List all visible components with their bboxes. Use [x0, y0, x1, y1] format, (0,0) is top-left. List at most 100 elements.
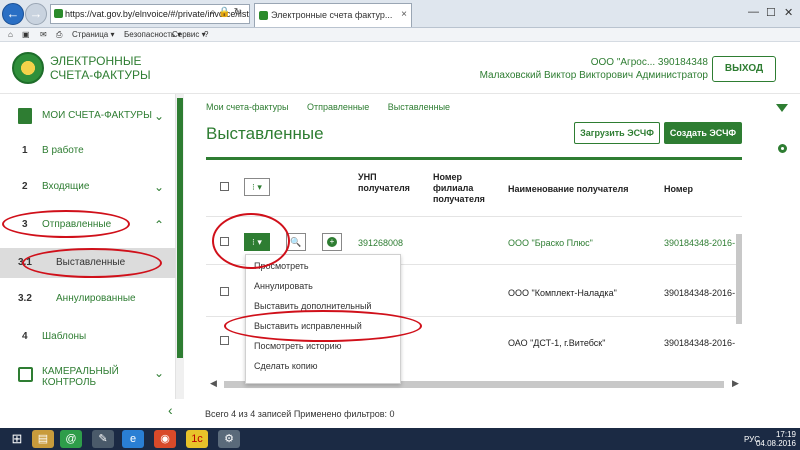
clock-date: 04.08.2016 [755, 439, 796, 448]
annotation-ellipse [212, 213, 290, 269]
cmd-service[interactable]: Сервис ▾ [172, 28, 206, 42]
sidebar-item-in-work[interactable]: 1 В работе [0, 136, 176, 166]
scroll-right-icon[interactable]: ▶ [732, 378, 739, 389]
refresh-icon[interactable]: ↻ [234, 7, 242, 18]
scroll-left-icon[interactable]: ◀ [210, 378, 217, 389]
cell-unp[interactable]: 391268008 [358, 238, 403, 248]
sidebar-item-label: Входящие [42, 181, 90, 192]
sidebar-section-label: КАМЕРАЛЬНЫЙ КОНТРОЛЬ [42, 366, 119, 388]
minimize-icon[interactable]: — [748, 6, 759, 18]
checkbox-icon [18, 367, 33, 382]
sidebar-item-label: В работе [42, 145, 84, 156]
cmd-page[interactable]: Страница ▾ [72, 28, 115, 42]
sidebar-item-num: 2 [22, 181, 28, 192]
explorer-icon[interactable]: ▤ [32, 430, 54, 448]
menu-item-copy[interactable]: Сделать копию [254, 361, 318, 371]
cell-name[interactable]: ОАО "ДСТ-1, г.Витебск" [508, 338, 605, 348]
annotation-ellipse [224, 310, 422, 342]
exit-button[interactable]: ВЫХОД [712, 56, 776, 82]
sidebar-item-label: Шаблоны [42, 331, 87, 342]
column-header-number[interactable]: Номер [664, 184, 693, 195]
lock-icon[interactable]: 🔒 [218, 7, 230, 18]
back-button[interactable]: ← [2, 3, 24, 25]
app-icon[interactable]: ✎ [92, 430, 114, 448]
cell-name[interactable]: ООО "Браско Плюс" [508, 238, 593, 248]
system-clock[interactable]: 17:19 04.08.2016 [756, 430, 796, 448]
ie-icon[interactable]: e [122, 430, 144, 448]
table-top-border [206, 157, 742, 160]
menu-item-history[interactable]: Посмотреть историю [254, 341, 341, 351]
sidebar-scrollbar[interactable] [176, 94, 184, 399]
page-title: Выставленные [206, 124, 324, 143]
gear-icon[interactable] [778, 144, 787, 153]
tab-close-icon[interactable]: × [401, 4, 407, 26]
user-info: ООО "Агрос... 390184348 Малаховский Викт… [480, 56, 708, 82]
cell-name[interactable]: ООО "Комплект-Наладка" [508, 288, 617, 298]
command-bar: ⌂ ▣ ✉ ⎙ Страница ▾ Безопасность ▾ Сервис… [0, 28, 800, 42]
row-checkbox[interactable] [220, 287, 229, 296]
1c-icon[interactable]: 1c [186, 430, 208, 448]
sidebar-item-num: 1 [22, 145, 28, 156]
sidebar-item-num: 4 [22, 331, 28, 342]
search-icon[interactable]: ⌕ [210, 7, 216, 18]
cell-number[interactable]: 390184348-2016- [664, 338, 735, 348]
chevron-down-icon: ⌄ [153, 366, 164, 380]
clock-time: 17:19 [775, 430, 796, 439]
annotation-ellipse [22, 248, 162, 278]
home-icon[interactable]: ⌂ [8, 28, 13, 42]
filter-icon[interactable] [776, 104, 788, 112]
breadcrumb-item[interactable]: Отправленные [307, 102, 369, 112]
help-icon[interactable]: ? [204, 28, 208, 42]
collapse-sidebar-icon[interactable]: ‹ [168, 402, 173, 418]
row-divider [206, 216, 742, 217]
column-header-name[interactable]: Наименование получателя [508, 184, 628, 195]
breadcrumb-item[interactable]: Мои счета-фактуры [206, 102, 289, 112]
cell-number[interactable]: 390184348-2016- [664, 288, 735, 298]
forward-button[interactable]: → [25, 3, 47, 25]
breadcrumb: Мои счета-фактуры Отправленные Выставлен… [206, 102, 466, 112]
plus-icon: + [327, 237, 337, 247]
sidebar-item-templates[interactable]: 4 Шаблоны [0, 322, 176, 352]
chevron-down-icon: ⌄ [153, 109, 164, 123]
chevron-up-icon: ⌃ [153, 218, 164, 232]
brand-title: ЭЛЕКТРОННЫЕ СЧЕТА-ФАКТУРЫ [50, 54, 151, 82]
email-icon[interactable]: @ [60, 430, 82, 448]
address-tools: ⌕ 🔒 ↻ [210, 4, 242, 24]
upload-button[interactable]: Загрузить ЭСЧФ [574, 122, 660, 144]
tab-title: Электронные счета фактур... [271, 10, 393, 20]
print-icon[interactable]: ⎙ [56, 28, 62, 42]
site-icon [54, 9, 63, 18]
close-icon[interactable]: ✕ [784, 6, 793, 19]
feed-icon[interactable]: ▣ [22, 28, 30, 42]
sidebar-item-incoming[interactable]: 2 Входящие ⌄ [0, 172, 176, 202]
bulk-menu-button[interactable]: ⁝ ▾ [244, 178, 270, 196]
table-vertical-scrollbar[interactable] [736, 234, 742, 324]
sidebar-section-label: МОИ СЧЕТА-ФАКТУРЫ [42, 110, 152, 121]
sidebar-item-cancelled[interactable]: 3.2 Аннулированные [0, 284, 176, 314]
sidebar-section-invoices[interactable]: МОИ СЧЕТА-ФАКТУРЫ ⌄ [0, 98, 176, 134]
logo [12, 52, 44, 84]
column-header-unp[interactable]: УНП получателя [358, 172, 418, 194]
document-icon [18, 108, 32, 124]
sidebar-section-control[interactable]: КАМЕРАЛЬНЫЙ КОНТРОЛЬ ⌄ [0, 360, 176, 390]
menu-item-cancel[interactable]: Аннулировать [254, 281, 313, 291]
app-header: ЭЛЕКТРОННЫЕ СЧЕТА-ФАКТУРЫ ООО "Агрос... … [0, 42, 800, 94]
column-header-branch[interactable]: Номер филиала получателя [433, 172, 493, 205]
row-checkbox[interactable] [220, 336, 229, 345]
create-button[interactable]: Создать ЭСЧФ [664, 122, 742, 144]
browser-tab[interactable]: Электронные счета фактур... × [254, 3, 412, 27]
records-summary: Всего 4 из 4 записей Применено фильтров:… [205, 409, 395, 419]
breadcrumb-item[interactable]: Выставленные [388, 102, 450, 112]
select-all-checkbox[interactable] [220, 182, 229, 191]
maximize-icon[interactable]: ☐ [766, 6, 776, 19]
chrome-icon[interactable]: ◉ [154, 430, 176, 448]
start-icon[interactable]: ⊞ [6, 430, 28, 448]
cell-number[interactable]: 390184348-2016- [664, 238, 735, 248]
tools-icon[interactable]: ⚙ [218, 430, 240, 448]
add-button[interactable]: + [322, 233, 342, 251]
scrollbar-thumb[interactable] [177, 98, 183, 358]
sidebar-item-label: Аннулированные [56, 293, 136, 304]
annotation-ellipse [2, 210, 130, 238]
mail-icon[interactable]: ✉ [40, 28, 47, 42]
user-name: Малаховский Виктор Викторович Администра… [479, 70, 708, 81]
